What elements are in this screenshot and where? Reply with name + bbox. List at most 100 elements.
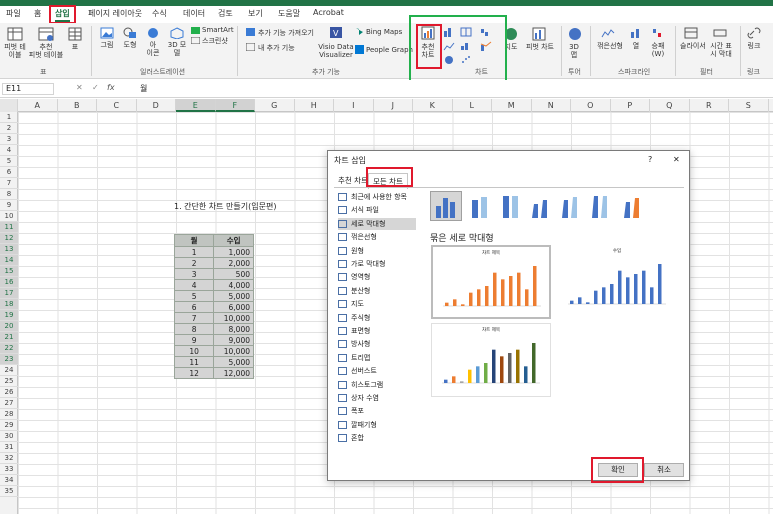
tab-home[interactable]: 홈	[34, 8, 41, 19]
row-header-19[interactable]: 19	[0, 310, 18, 321]
row-header-1[interactable]: 1	[0, 112, 18, 123]
cell-income[interactable]: 1,000	[213, 246, 254, 258]
name-box[interactable]: E11	[2, 83, 54, 95]
my-addins-button[interactable]: 내 추가 기능	[258, 44, 295, 52]
row-header-7[interactable]: 7	[0, 178, 18, 189]
row-header-21[interactable]: 21	[0, 332, 18, 343]
tab-review[interactable]: 검토	[218, 8, 233, 19]
cell-income[interactable]: 12,000	[213, 367, 254, 379]
tab-help[interactable]: 도움말	[278, 8, 300, 19]
table-button[interactable]: 표	[68, 43, 82, 51]
icons-button[interactable]: 아 이콘	[144, 41, 162, 57]
chart-type-item[interactable]: 표면형	[338, 325, 370, 337]
row-header-35[interactable]: 35	[0, 486, 18, 497]
row-header-15[interactable]: 15	[0, 266, 18, 277]
3d-column-icon[interactable]	[618, 192, 648, 220]
row-header-14[interactable]: 14	[0, 255, 18, 266]
row-header-18[interactable]: 18	[0, 299, 18, 310]
pivot-chart-button[interactable]: 피벗 차트	[524, 43, 556, 51]
row-header-4[interactable]: 4	[0, 145, 18, 156]
column-header-l[interactable]: L	[453, 99, 492, 112]
cell-month[interactable]: 8	[173, 323, 215, 335]
close-icon[interactable]: ✕	[673, 155, 680, 164]
row-header-10[interactable]: 10	[0, 211, 18, 222]
cell-month[interactable]: 1	[173, 246, 215, 258]
row-header-24[interactable]: 24	[0, 365, 18, 376]
winloss-sparkline-button[interactable]: 승패 (W)	[648, 42, 668, 58]
column-header-k[interactable]: K	[413, 99, 453, 112]
column-sparkline-button[interactable]: 열	[630, 42, 642, 50]
table-header-income[interactable]: 수입	[213, 234, 254, 247]
picture-button[interactable]: 그림	[98, 41, 116, 49]
row-header-12[interactable]: 12	[0, 233, 18, 244]
cell-income[interactable]: 500	[213, 268, 254, 280]
timeline-button[interactable]: 시간 표 시 막대	[708, 42, 734, 58]
row-header-5[interactable]: 5	[0, 156, 18, 167]
cell-income[interactable]: 9,000	[213, 334, 254, 346]
row-header-11[interactable]: 11	[0, 222, 18, 233]
cell-month[interactable]: 4	[173, 279, 215, 291]
cell-month[interactable]: 3	[173, 268, 215, 280]
column-header-d[interactable]: D	[137, 99, 176, 112]
pivot-table-button[interactable]: 피벗 테 이블	[3, 43, 27, 59]
shapes-button[interactable]: 도형	[121, 41, 139, 49]
line-sparkline-button[interactable]: 꺾은선형	[596, 42, 624, 50]
column-header-q[interactable]: Q	[650, 99, 690, 112]
cancel-button[interactable]: 취소	[644, 463, 684, 477]
row-header-2[interactable]: 2	[0, 123, 18, 134]
cell-income[interactable]: 2,000	[213, 257, 254, 269]
column-header-j[interactable]: J	[374, 99, 413, 112]
link-button[interactable]: 링크	[745, 42, 763, 50]
chart-type-item[interactable]: 서식 파일	[338, 204, 379, 216]
row-header-16[interactable]: 16	[0, 277, 18, 288]
column-header-o[interactable]: O	[571, 99, 611, 112]
chart-type-item[interactable]: 세로 막대형	[338, 217, 416, 230]
chart-type-item[interactable]: 분산형	[338, 285, 370, 297]
cell-month[interactable]: 12	[173, 367, 215, 379]
chart-type-item[interactable]: 히스토그램	[338, 379, 383, 391]
column-header-m[interactable]: M	[492, 99, 532, 112]
tab-view[interactable]: 보기	[248, 8, 263, 19]
row-header-27[interactable]: 27	[0, 398, 18, 409]
chart-type-item[interactable]: 지도	[338, 298, 364, 310]
slicer-button[interactable]: 슬라이서	[680, 42, 706, 50]
cell-month[interactable]: 11	[173, 356, 215, 368]
row-header-28[interactable]: 28	[0, 409, 18, 420]
table-header-month[interactable]: 월	[173, 234, 215, 247]
column-header-a[interactable]: A	[18, 99, 58, 112]
row-header-25[interactable]: 25	[0, 376, 18, 387]
3d-percent-stacked-column-icon[interactable]	[588, 192, 618, 220]
cell-income[interactable]: 8,000	[213, 323, 254, 335]
chart-type-item[interactable]: 영역형	[338, 271, 370, 283]
chart-type-item[interactable]: 방사형	[338, 338, 370, 350]
cell-month[interactable]: 6	[173, 301, 215, 313]
cell-month[interactable]: 7	[173, 312, 215, 324]
confirm-entry-icon[interactable]: ✓	[92, 83, 99, 92]
cell-income[interactable]: 10,000	[213, 345, 254, 357]
column-header-r[interactable]: R	[690, 99, 729, 112]
clustered-column-subtype[interactable]	[430, 191, 462, 221]
chart-type-item[interactable]: 상자 수염	[338, 392, 379, 404]
formula-input[interactable]: 월	[140, 83, 147, 94]
bing-maps-button[interactable]: Bing Maps	[366, 28, 402, 36]
tab-data[interactable]: 데이터	[183, 8, 205, 19]
row-header-26[interactable]: 26	[0, 387, 18, 398]
select-all-corner[interactable]	[0, 99, 18, 112]
column-header-c[interactable]: C	[97, 99, 137, 112]
tab-page-layout[interactable]: 페이지 레이아웃	[88, 8, 142, 19]
row-header-8[interactable]: 8	[0, 189, 18, 200]
3d-stacked-column-icon[interactable]	[558, 192, 588, 220]
cell-month[interactable]: 2	[173, 257, 215, 269]
cell-month[interactable]: 10	[173, 345, 215, 357]
stacked-column-icon[interactable]	[467, 192, 497, 220]
column-header-g[interactable]: G	[255, 99, 295, 112]
cell-income[interactable]: 10,000	[213, 312, 254, 324]
column-header-b[interactable]: B	[58, 99, 97, 112]
chart-type-item[interactable]: 꺾은선형	[338, 231, 377, 243]
people-graph-button[interactable]: People Graph	[366, 46, 413, 54]
help-icon[interactable]: ?	[648, 155, 652, 164]
column-header-e[interactable]: E	[176, 99, 216, 112]
chart-preview-2[interactable]: 수입	[558, 245, 676, 319]
row-header-32[interactable]: 32	[0, 453, 18, 464]
row-header-22[interactable]: 22	[0, 343, 18, 354]
